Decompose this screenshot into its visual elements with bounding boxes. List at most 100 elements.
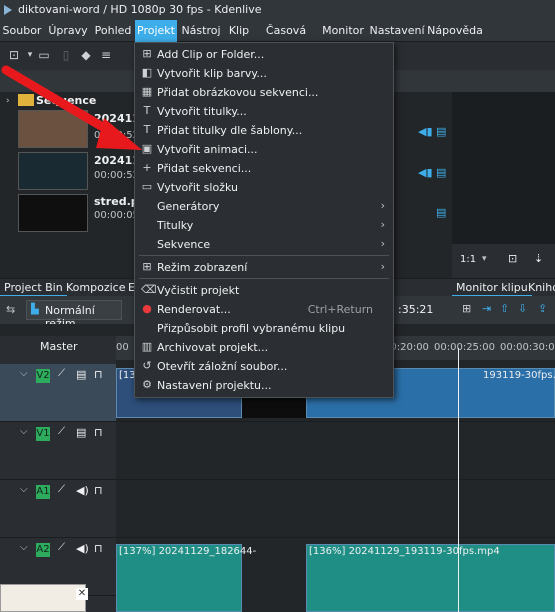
lock-icon[interactable]: ⊓ [94, 484, 103, 497]
audio-clip[interactable]: [136%] 20241129_193119-30fps.mp4 [306, 544, 555, 612]
tab-project-bin[interactable]: Project Bin [0, 279, 67, 297]
track-name[interactable]: V1 [36, 427, 50, 441]
zoom-level[interactable]: 1:1 [460, 254, 476, 265]
close-icon[interactable]: ✕ [76, 588, 88, 600]
collapse-icon[interactable]: ⌵ [20, 426, 28, 437]
chevron-right-icon: › [380, 260, 385, 273]
track-header-v1[interactable]: ⌵ V1 ⟋ ▤ ⊓ [0, 422, 116, 480]
menu-soubor[interactable]: Soubor [0, 20, 44, 42]
collapse-icon[interactable]: ⌵ [20, 542, 28, 553]
menu-item-sequences[interactable]: Sekvence › [135, 235, 393, 254]
effects-wand-icon[interactable]: ⟋ [58, 426, 65, 437]
track-name[interactable]: A1 [36, 485, 50, 499]
effects-wand-icon[interactable]: ⟋ [58, 484, 65, 495]
edit-mode-icon: ▙ [31, 304, 39, 315]
folder-icon[interactable]: ▭ [36, 47, 52, 63]
menu-separator [139, 255, 389, 256]
track-header-a1[interactable]: ⌵ A1 ⟋ ◀) ⊓ [0, 480, 116, 538]
marker-icon[interactable]: ⇣ [534, 252, 543, 265]
red-arrow-annotation [1, 65, 142, 150]
lift-icon[interactable]: ⇩ [518, 302, 527, 315]
menu-item-clean-project[interactable]: ⌫ Vyčistit projekt [135, 281, 393, 300]
monitor-options-icon[interactable]: ⊡ [508, 252, 517, 265]
menu-monitor[interactable]: Monitor [319, 20, 367, 42]
track-lane-v1[interactable] [116, 422, 555, 480]
plus-icon: + [142, 161, 152, 174]
chevron-down-icon[interactable]: ▾ [482, 254, 487, 264]
menu-item-create-animation[interactable]: ▣ Vytvořit animaci... [135, 140, 393, 159]
menu-item-archive[interactable]: ▥ Archivovat projekt... [135, 338, 393, 357]
tab-knihovna[interactable]: Knihov [524, 279, 555, 297]
menu-item-subtitles[interactable]: Titulky › [135, 216, 393, 235]
add-clip-icon[interactable]: ⊡ [6, 47, 22, 63]
lock-icon[interactable]: ⊓ [94, 542, 103, 555]
menu-nastroj[interactable]: Nástroj [179, 20, 223, 42]
menu-item-add-sequence[interactable]: + Přidat sekvenci... [135, 159, 393, 178]
menu-separator [139, 278, 389, 279]
overwrite-icon[interactable]: ⇧ [500, 302, 509, 315]
effects-wand-icon[interactable]: ⟋ [58, 368, 65, 379]
menu-upravy[interactable]: Úpravy [46, 20, 90, 42]
menu-napoveda[interactable]: Nápověda [427, 20, 483, 42]
audio-video-icon: ◀▮ [418, 125, 433, 138]
collapse-icon[interactable]: ⌵ [20, 484, 28, 495]
menu-item-create-folder[interactable]: ▭ Vytvořit složku [135, 178, 393, 197]
menu-item-adjust-profile[interactable]: Přizpůsobit profil vybranému klipu [135, 319, 393, 338]
edit-mode-select[interactable]: ▙ Normální režim [26, 300, 122, 330]
film-icon[interactable]: ▤ [76, 368, 86, 381]
speaker-icon[interactable]: ◀) [76, 542, 89, 555]
master-label[interactable]: Master [40, 340, 78, 353]
clip-thumbnail[interactable] [18, 194, 88, 232]
timeline-settings-icon[interactable]: ⇆ [6, 303, 15, 316]
tag-icon[interactable]: ◆ [78, 47, 94, 63]
menu-pohled[interactable]: Pohled [92, 20, 134, 42]
delete-icon[interactable]: ▯ [58, 47, 74, 63]
clip-label: [137%] 20241129_182644- [119, 546, 257, 557]
insert-icon[interactable]: ⇥ [482, 302, 491, 315]
menu-item-template-title[interactable]: T Přidat titulky dle šablony... [135, 121, 393, 140]
track-lane-a2[interactable]: [137%] 20241129_182644- [136%] 20241129_… [116, 538, 555, 612]
menu-item-view-mode[interactable]: ⊞ Režim zobrazení › [135, 258, 393, 277]
menu-projekt[interactable]: Projekt [135, 20, 177, 42]
menu-klip[interactable]: Klip [225, 20, 253, 42]
kdenlive-logo-icon [4, 5, 12, 15]
menu-item-create-title[interactable]: T Vytvořit titulky... [135, 102, 393, 121]
menu-item-generators[interactable]: Generátory › [135, 197, 393, 216]
menu-nastaveni[interactable]: Nastavení [369, 20, 425, 42]
playhead[interactable] [458, 348, 459, 612]
menu-item-project-settings[interactable]: ⚙ Nastavení projektu... [135, 376, 393, 395]
menu-item-color-clip[interactable]: ◧ Vytvořit klip barvy... [135, 64, 393, 83]
menu-item-open-backup[interactable]: ↺ Otevřít záložní soubor... [135, 357, 393, 376]
timecode-display[interactable]: :35:21 [398, 303, 433, 316]
floating-thumbnail [0, 584, 86, 612]
menu-item-add-clip[interactable]: ⊞ Add Clip or Folder... [135, 45, 393, 64]
lock-icon[interactable]: ⊓ [94, 426, 103, 439]
hamburger-menu-icon[interactable]: ≡ [98, 47, 114, 63]
project-menu: ⊞ Add Clip or Folder... ◧ Vytvořit klip ba… [134, 42, 394, 398]
title-bar: diktovani-word / HD 1080p 30 fps - Kdenl… [0, 0, 555, 20]
snap-icon[interactable]: ⊞ [462, 302, 471, 315]
menu-casova-osa[interactable]: Časová osa [255, 20, 317, 59]
tab-kompozice[interactable]: Kompozice [62, 279, 129, 297]
track-headers: Master ⌵ V2 ⟋ ▤ ⊓ ⌵ V1 ⟋ ▤ ⊓ ⌵ A1 ⟋ ◀) ⊓… [0, 336, 116, 612]
menu-item-image-sequence[interactable]: ▦ Přidat obrázkovou sekvenci... [135, 83, 393, 102]
track-name[interactable]: A2 [36, 543, 50, 557]
track-header-v2[interactable]: ⌵ V2 ⟋ ▤ ⊓ [0, 364, 116, 422]
tab-monitor-klipu[interactable]: Monitor klipu [452, 279, 532, 297]
chevron-right-icon: › [380, 199, 385, 212]
extract-icon[interactable]: ⇪ [538, 302, 547, 315]
track-lane-a1[interactable] [116, 480, 555, 538]
lock-icon[interactable]: ⊓ [94, 368, 103, 381]
collapse-icon[interactable]: ⌵ [20, 368, 28, 379]
menu-item-render[interactable]: ● Renderovat... Ctrl+Return [135, 300, 393, 319]
track-name[interactable]: V2 [36, 369, 50, 383]
clip-monitor-view[interactable] [452, 92, 555, 244]
audio-clip[interactable]: [137%] 20241129_182644- [116, 544, 256, 612]
effects-wand-icon[interactable]: ⟋ [58, 542, 65, 553]
clip-duration: 00:00:05 [94, 210, 139, 221]
speaker-icon[interactable]: ◀) [76, 484, 89, 497]
menu-shortcut: Ctrl+Return [307, 303, 373, 316]
backup-icon: ↺ [142, 359, 152, 372]
film-icon[interactable]: ▤ [76, 426, 86, 439]
view-mode-icon: ⊞ [142, 260, 152, 273]
